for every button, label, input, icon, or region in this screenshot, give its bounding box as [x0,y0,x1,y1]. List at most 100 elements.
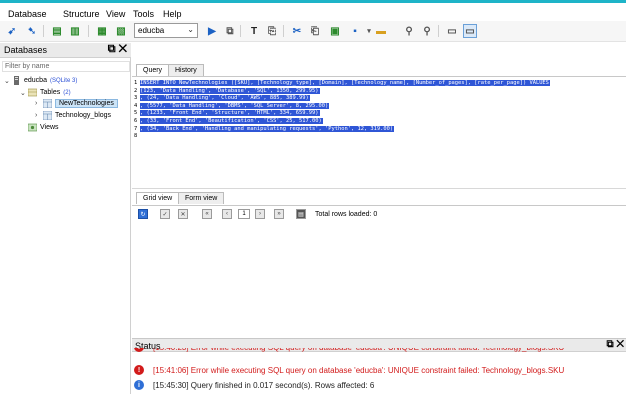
table-name: Technology_blogs [55,112,112,119]
chevron-down-icon[interactable]: ⌄ [20,89,28,97]
menu-help[interactable]: Help [163,9,182,19]
grid-toolbar: ↻ ✓ ✕ « ‹ 1 › » ▤ Total rows loaded: 0 [132,205,626,223]
connect-icon[interactable]: ➹ [5,24,19,38]
views-label: Views [40,124,59,131]
tree-node-table-technology-blogs[interactable]: › Technology_blogs [35,110,111,121]
chevron-down-icon: ⌄ [187,25,194,34]
replace-icon[interactable]: ⚲ [420,24,434,38]
previous-page-icon[interactable]: ‹ [222,209,232,219]
tree-node-database[interactable]: ⌄ educba (SQLite 3) [4,75,77,86]
save-icon[interactable]: ▪ [348,24,362,38]
selected-sql-text: (123, 'Data Handling', 'Database', 'SQL'… [140,87,320,94]
commit-icon[interactable]: ✓ [160,209,170,219]
query-editor-area: Query History 1 INSERT INTO NewTechnologi… [132,43,626,188]
tree-node-views[interactable]: Views [28,122,59,133]
toolbar-separator [240,25,241,37]
code-line: 2 (123, 'Data Handling', 'Database', 'SQL… [134,87,320,95]
chevron-right-icon[interactable]: › [35,112,43,119]
selected-sql-text: , (24, 'Data Handling', 'Cloud', 'AWS', … [140,95,310,102]
toolbar-separator [283,25,284,37]
rollback-icon[interactable]: ✕ [178,209,188,219]
refresh-icon[interactable]: ↻ [138,209,148,219]
status-message: i [15:45:30] Query finished in 0.017 seco… [134,378,374,392]
total-rows-label: Total rows loaded: 0 [315,211,378,218]
last-page-icon[interactable]: » [274,209,284,219]
databases-panel: Databases ⧉ ✕ Filter by name ⌄ educba (S… [0,43,131,394]
tab-form-view[interactable]: Form view [178,192,225,204]
chevron-right-icon[interactable]: › [35,100,43,107]
next-page-icon[interactable]: › [255,209,265,219]
tab-query[interactable]: Query [136,64,170,76]
export-results-icon[interactable]: ▤ [296,209,306,219]
page-number[interactable]: 1 [238,209,250,219]
tree-node-tables[interactable]: ⌄ Tables (2) [20,87,71,98]
status-message: ! [15:41:06] Error while executing SQL qu… [134,363,564,377]
cut-icon[interactable]: ✂ [290,24,304,38]
toolbar: ➹ ➷ ▤ ▥ ▦ ▧ educba ⌄ ▶ ⧉ T ⎘ ✂ ⎗ ▣ ▪ ▾ ▬… [0,21,626,42]
toolbar-separator [438,25,439,37]
import-icon[interactable]: ▤ [50,24,64,38]
code-line: 5, (1233, 'Front End', 'Structure', 'HTM… [134,110,320,117]
database-name: educba [24,77,47,84]
databases-panel-header: Databases ⧉ ✕ [0,43,131,58]
menu-bar: Database Structure View Tools Help [0,3,626,21]
database-select[interactable]: educba ⌄ [134,23,198,38]
new-table-icon[interactable]: ▦ [95,24,109,38]
selected-sql-text: INSERT INTO NewTechnologies ([SKU], [Tec… [140,80,550,86]
folder-icon[interactable]: ▬ [374,24,388,38]
tab-grid-view[interactable]: Grid view [136,192,180,204]
tables-count: (2) [63,89,71,96]
menu-view[interactable]: View [106,9,125,19]
database-type: (SQLite 3) [49,77,78,84]
edit-table-icon[interactable]: ▧ [114,24,128,38]
database-icon [14,76,19,85]
error-icon: ! [134,365,144,375]
views-icon [28,123,37,132]
menu-database[interactable]: Database [8,9,47,19]
status-message-text: [15:41:06] Error while executing SQL que… [153,365,565,375]
selected-sql-text: , (34, 'Back End', 'Handling and manipul… [140,125,395,132]
table-name: NewTechnologies [55,99,118,108]
tables-label: Tables [40,89,61,96]
table-icon [43,111,52,120]
code-line: 3, (24, 'Data Handling', 'Cloud', 'AWS',… [134,95,310,102]
code-line: 4, (5577, 'Data Handling', 'DBMS', 'SQL … [134,102,330,110]
database-select-value: educba [138,26,165,35]
table-icon [43,99,52,108]
results-area: Grid view Form view ↻ ✓ ✕ « ‹ 1 › » ▤ To… [132,188,626,338]
explain-icon[interactable]: ⧉ [223,24,237,38]
copy-icon[interactable]: ⎘ [265,24,279,38]
tree-node-table-newtechnologies[interactable]: › NewTechnologies [35,98,118,109]
filter-input[interactable]: Filter by name [2,61,130,72]
disconnect-icon[interactable]: ➷ [25,24,39,38]
layout-split-icon[interactable]: ▭ [463,24,477,38]
panel-float-close-icon[interactable]: ⧉ ✕ [108,43,127,56]
sql-code-editor[interactable]: 1 INSERT INTO NewTechnologies ([SKU], [Te… [132,76,626,186]
selected-sql-text: , (1233, 'Front End', 'Structure', 'HTML… [140,110,320,117]
code-line: 8 [134,133,140,140]
paste-icon[interactable]: ⎗ [308,24,322,38]
tab-history[interactable]: History [168,64,204,76]
layout-single-icon[interactable]: ▭ [445,24,459,38]
execute-icon[interactable]: ▶ [205,24,219,38]
toolbar-separator [43,25,44,37]
selected-sql-text: , (33, 'Front End', 'Beautification', 'C… [140,118,323,124]
format-sql-icon[interactable]: T [247,24,261,38]
status-panel: Status ⧉ ✕ ![15:40:23] Error while execu… [132,338,626,394]
panel-float-close-icon[interactable]: ⧉ ✕ [606,339,624,350]
databases-panel-title: Databases [4,45,48,55]
first-page-icon[interactable]: « [202,209,212,219]
export-icon[interactable]: ▥ [68,24,82,38]
tables-folder-icon [28,88,37,97]
menu-structure[interactable]: Structure [63,9,100,19]
chevron-down-icon[interactable]: ⌄ [4,77,12,85]
menu-tools[interactable]: Tools [133,9,154,19]
find-icon[interactable]: ⚲ [402,24,416,38]
selected-sql-text: , (5577, 'Data Handling', 'DBMS', 'SQL S… [140,102,330,109]
toolbar-separator [88,25,89,37]
info-icon: i [134,380,144,390]
code-line: 1 INSERT INTO NewTechnologies ([SKU], [Te… [134,80,550,87]
status-message-text: [15:45:30] Query finished in 0.017 secon… [153,380,375,390]
open-file-icon[interactable]: ▣ [328,24,342,38]
code-line: 7, (34, 'Back End', 'Handling and manipu… [134,125,395,133]
